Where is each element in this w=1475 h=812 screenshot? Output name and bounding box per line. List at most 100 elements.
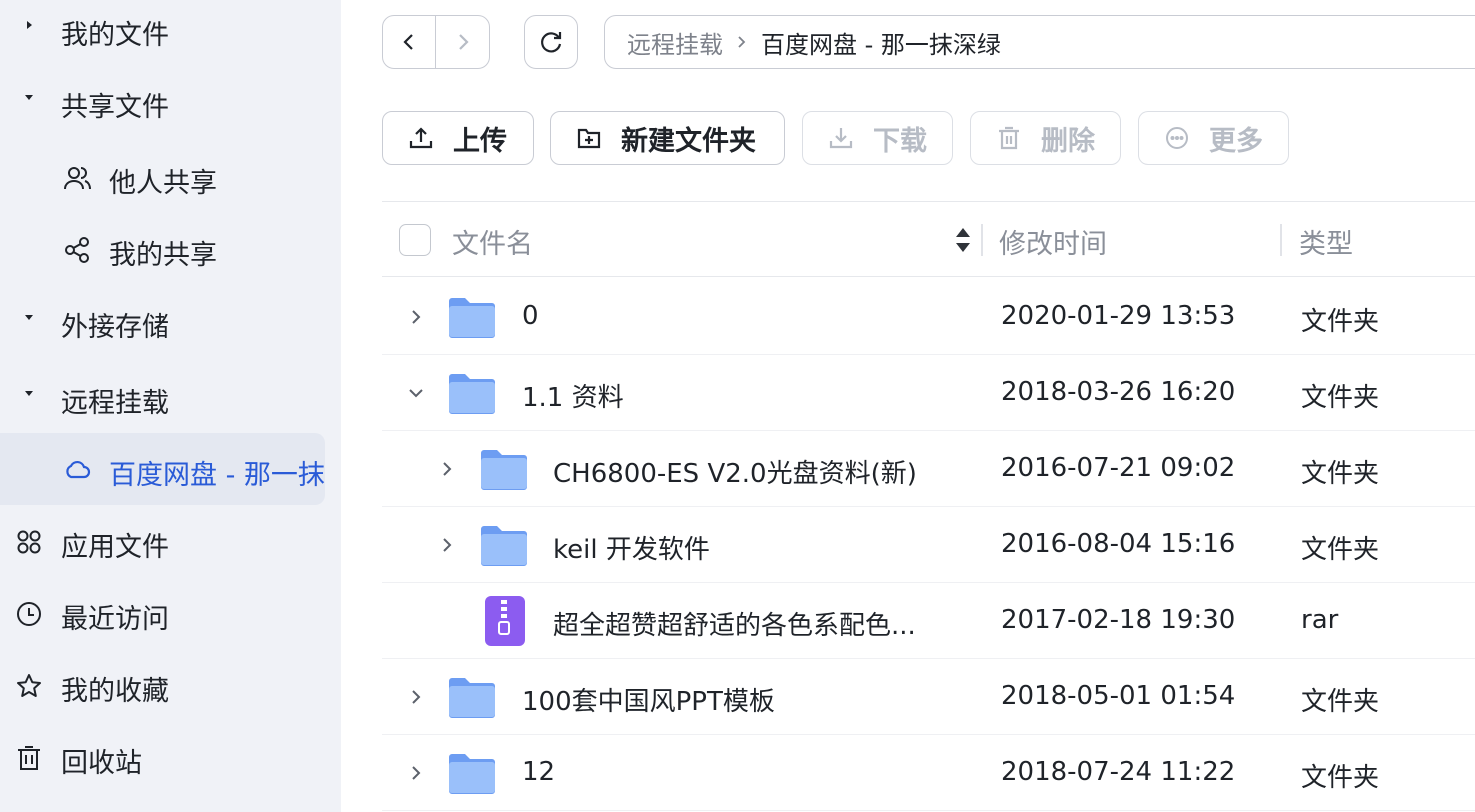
table-header: 文件名 修改时间 类型 [382, 201, 1475, 277]
sidebar-item-label: 共享文件 [61, 92, 169, 123]
sidebar-item-label: 我的文件 [61, 20, 169, 51]
chevron-right-icon[interactable] [435, 457, 459, 481]
refresh-icon [541, 32, 562, 53]
forward-button[interactable] [436, 16, 489, 68]
file-name: CH6800-ES V2.0光盘资料(新) [553, 459, 917, 489]
sidebar-item-recent[interactable]: 最近访问 [0, 584, 341, 644]
sidebar-item-label: 应用文件 [61, 532, 169, 563]
folder-icon [481, 526, 527, 566]
table-row[interactable]: 12 2018-07-24 11:22 文件夹 [382, 735, 1475, 811]
users-icon [63, 164, 91, 192]
more-button[interactable]: 更多 [1138, 111, 1289, 165]
file-modified: 2020-01-29 13:53 [1001, 301, 1236, 331]
sidebar-item-remote-mount[interactable]: 远程挂载 [0, 368, 341, 428]
table-row[interactable]: 超全超赞超舒适的各色系配色... 2017-02-18 19:30 rar [382, 583, 1475, 659]
sidebar-item-label: 外接存储 [61, 312, 169, 343]
file-modified: 2018-05-01 01:54 [1001, 681, 1236, 711]
sidebar-item-my-shared[interactable]: 我的共享 [0, 220, 341, 280]
cloud-icon [63, 455, 91, 483]
file-name: keil 开发软件 [553, 535, 710, 565]
more-icon [1163, 124, 1191, 152]
file-name: 超全超赞超舒适的各色系配色... [553, 611, 916, 641]
file-type: 文件夹 [1301, 535, 1380, 565]
new-folder-button[interactable]: 新建文件夹 [550, 111, 785, 165]
main-panel: 远程挂载 百度网盘 - 那一抹深绿 上传 新建文件夹 下载 删除 更多 文件名 … [341, 0, 1475, 812]
file-name: 100套中国风PPT模板 [522, 687, 775, 717]
download-icon [827, 124, 855, 152]
caret-down-icon[interactable] [24, 388, 34, 398]
sidebar-item-my-files[interactable]: 我的文件 [0, 0, 341, 60]
file-modified: 2018-07-24 11:22 [1001, 757, 1236, 787]
table-row[interactable]: 100套中国风PPT模板 2018-05-01 01:54 文件夹 [382, 659, 1475, 735]
select-all-checkbox[interactable] [399, 224, 431, 256]
chevron-right-icon[interactable] [435, 533, 459, 557]
clock-icon [15, 600, 43, 628]
column-divider[interactable] [1280, 224, 1282, 256]
table-row[interactable]: 1.1 资料 2018-03-26 16:20 文件夹 [382, 355, 1475, 431]
apps-icon [15, 528, 43, 556]
table-row[interactable]: keil 开发软件 2016-08-04 15:16 文件夹 [382, 507, 1475, 583]
delete-label: 删除 [1041, 125, 1095, 157]
sidebar-item-favorites[interactable]: 我的收藏 [0, 656, 341, 716]
folder-icon [449, 678, 495, 718]
sidebar-item-label: 回收站 [61, 748, 142, 779]
chevron-right-icon[interactable] [404, 761, 428, 785]
folder-plus-icon [575, 124, 603, 152]
chevron-right-icon[interactable] [404, 305, 428, 329]
upload-button[interactable]: 上传 [382, 111, 534, 165]
folder-icon [449, 298, 495, 338]
sidebar: 我的文件 共享文件 他人共享 我的共享 外接存储 远程挂载 百度网盘 - 那一抹 [0, 0, 341, 812]
download-label: 下载 [873, 125, 927, 157]
table-row[interactable]: 0 2020-01-29 13:53 文件夹 [382, 279, 1475, 355]
back-button[interactable] [383, 16, 437, 68]
download-button[interactable]: 下载 [802, 111, 953, 165]
refresh-button[interactable] [524, 15, 578, 69]
star-icon [15, 672, 43, 700]
caret-down-icon[interactable] [24, 312, 34, 322]
file-type: 文件夹 [1301, 763, 1380, 793]
caret-down-icon[interactable] [24, 92, 34, 102]
table-row[interactable]: CH6800-ES V2.0光盘资料(新) 2016-07-21 09:02 文… [382, 431, 1475, 507]
column-header-name[interactable]: 文件名 [452, 222, 533, 261]
chevron-down-icon[interactable] [404, 381, 428, 405]
sidebar-item-trash[interactable]: 回收站 [0, 728, 341, 788]
folder-icon [481, 450, 527, 490]
file-modified: 2018-03-26 16:20 [1001, 377, 1236, 407]
sidebar-item-others-shared[interactable]: 他人共享 [0, 148, 341, 208]
file-type: 文件夹 [1301, 459, 1380, 489]
chevron-left-icon [403, 34, 413, 50]
file-modified: 2017-02-18 19:30 [1001, 605, 1236, 635]
upload-label: 上传 [453, 125, 507, 157]
more-label: 更多 [1209, 125, 1263, 157]
share-icon [63, 236, 91, 264]
caret-right-icon[interactable] [24, 20, 34, 30]
sidebar-item-external-storage[interactable]: 外接存储 [0, 292, 341, 352]
sidebar-item-label: 我的共享 [109, 240, 217, 271]
new-folder-label: 新建文件夹 [621, 125, 756, 157]
breadcrumb-remote-mount[interactable]: 远程挂载 [627, 25, 723, 60]
file-modified: 2016-08-04 15:16 [1001, 529, 1236, 559]
sidebar-item-shared-files[interactable]: 共享文件 [0, 72, 341, 132]
trash-icon [995, 124, 1023, 152]
column-divider[interactable] [981, 224, 983, 256]
chevron-right-icon[interactable] [404, 685, 428, 709]
breadcrumb-current[interactable]: 百度网盘 - 那一抹深绿 [761, 25, 1001, 60]
file-modified: 2016-07-21 09:02 [1001, 453, 1236, 483]
delete-button[interactable]: 删除 [970, 111, 1121, 165]
file-name: 1.1 资料 [522, 383, 624, 413]
sidebar-item-label: 他人共享 [109, 168, 217, 199]
sidebar-item-label: 百度网盘 - 那一抹 [109, 460, 325, 491]
breadcrumb: 远程挂载 百度网盘 - 那一抹深绿 [604, 15, 1475, 69]
upload-icon [407, 124, 435, 152]
file-type: rar [1301, 605, 1339, 635]
sort-icon[interactable] [953, 224, 973, 256]
history-nav [382, 15, 490, 69]
column-header-modified[interactable]: 修改时间 [999, 222, 1107, 261]
sidebar-item-label: 最近访问 [61, 604, 169, 635]
sidebar-item-app-files[interactable]: 应用文件 [0, 512, 341, 572]
chevron-right-icon [458, 34, 469, 50]
column-header-type[interactable]: 类型 [1299, 222, 1353, 261]
sidebar-item-baidu-pan[interactable]: 百度网盘 - 那一抹 [0, 433, 325, 505]
sidebar-item-label: 我的收藏 [61, 676, 169, 707]
folder-icon [449, 754, 495, 794]
